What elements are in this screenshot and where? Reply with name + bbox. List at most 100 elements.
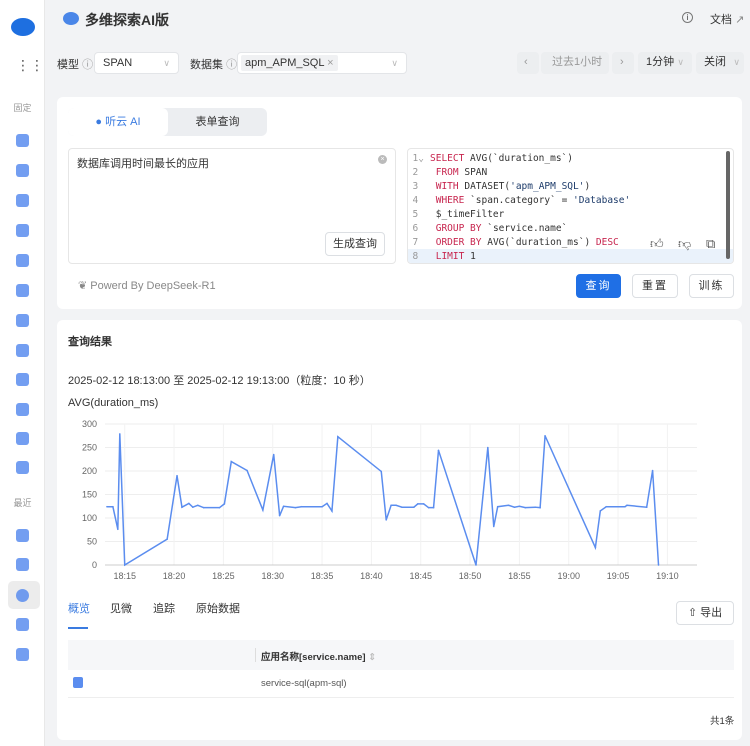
- sidebar-section-pinned: 固定: [13, 103, 32, 113]
- sidebar-item-icon[interactable]: [16, 194, 29, 207]
- app-grid-icon[interactable]: ⋮⋮: [16, 58, 44, 72]
- column-header-service-name[interactable]: 应用名称[service.name] ⇕: [261, 649, 376, 663]
- sidebar-item-icon[interactable]: [16, 224, 29, 237]
- table-header: 应用名称[service.name] ⇕: [68, 640, 734, 670]
- service-name-cell: service-sql(apm-sql): [261, 678, 347, 689]
- sidebar-item-icon[interactable]: [16, 254, 29, 267]
- tab-ai[interactable]: ● 听云 AI: [68, 108, 168, 136]
- data-point: [112, 505, 114, 508]
- data-point: [390, 504, 392, 507]
- interval-select[interactable]: 1分钟 ∨: [638, 52, 692, 74]
- time-next-button[interactable]: ›: [612, 52, 634, 74]
- data-point: [534, 506, 536, 508]
- tab-form-query[interactable]: 表单查询: [168, 108, 267, 136]
- chart-title: AVG(duration_ms): [68, 397, 159, 409]
- refresh-select[interactable]: 关闭 ∨: [696, 52, 744, 74]
- dataset-label: 数据集 ⓘ: [190, 59, 238, 71]
- series-line: [106, 433, 660, 567]
- y-tick-label: 100: [82, 513, 97, 523]
- x-tick-label: 19:10: [656, 571, 679, 581]
- sql-line: 1⌄ SELECT AVG(`duration_ms`): [412, 153, 573, 164]
- generate-query-button[interactable]: 生成查询: [325, 232, 385, 256]
- x-tick-label: 19:00: [557, 571, 580, 581]
- sql-line: 2 FROM SPAN: [412, 167, 488, 178]
- y-tick-label: 0: [92, 560, 97, 570]
- query-button[interactable]: 查询: [576, 274, 621, 298]
- prompt-text: 数据库调用时间最长的应用: [77, 158, 209, 170]
- data-point: [432, 506, 435, 509]
- data-point: [416, 503, 419, 505]
- tab-raw-data[interactable]: 原始数据: [196, 600, 240, 616]
- dataset-select[interactable]: apm_APM_SQL × ∨: [237, 52, 407, 74]
- time-prev-button[interactable]: ‹: [517, 52, 539, 74]
- data-point: [223, 503, 226, 505]
- data-point: [492, 525, 495, 528]
- ai-logo-icon: ●: [95, 116, 103, 128]
- sidebar-item-icon[interactable]: [16, 432, 29, 445]
- sql-editor[interactable]: 1⌄ SELECT AVG(`duration_ms`) 2 FROM SPAN 3 …: [407, 148, 734, 264]
- x-tick-label: 18:25: [212, 571, 235, 581]
- data-point: [278, 514, 281, 517]
- table-row[interactable]: service-sql(apm-sql): [68, 670, 734, 698]
- reset-button[interactable]: 重置: [632, 274, 678, 298]
- data-point: [321, 505, 323, 508]
- scrollbar[interactable]: [726, 151, 730, 259]
- data-point: [166, 538, 168, 540]
- tab-overview[interactable]: 概览: [68, 600, 90, 616]
- clear-icon[interactable]: ×: [378, 155, 387, 164]
- sidebar-item-icon[interactable]: [16, 648, 29, 661]
- train-button[interactable]: 训练: [689, 274, 734, 298]
- sidebar-item-icon[interactable]: [16, 284, 29, 297]
- export-button[interactable]: ⇧ 导出: [676, 601, 734, 625]
- copy-icon[interactable]: ⧉: [706, 237, 715, 252]
- data-point: [282, 505, 285, 508]
- data-point: [507, 504, 510, 507]
- sidebar-item-icon[interactable]: [16, 164, 29, 177]
- sql-line: 6 GROUP BY `service.name`: [412, 223, 568, 234]
- sql-line: 8 LIMIT 1: [412, 251, 476, 262]
- sidebar-item-icon[interactable]: [16, 344, 29, 357]
- data-point: [475, 564, 477, 566]
- results-table: 应用名称[service.name] ⇕ service-sql(apm-sql…: [68, 640, 734, 698]
- app-logo-icon[interactable]: [11, 18, 35, 36]
- sidebar-item-icon[interactable]: [16, 529, 29, 542]
- y-tick-label: 250: [82, 443, 97, 453]
- thumbs-up-icon[interactable]: 👍︎: [650, 237, 664, 252]
- info-icon[interactable]: i: [682, 12, 693, 23]
- sidebar-item-active[interactable]: [8, 581, 40, 609]
- data-point: [496, 505, 499, 508]
- tab-trace[interactable]: 追踪: [153, 600, 175, 616]
- sidebar-item-icon[interactable]: [16, 558, 29, 571]
- x-tick-label: 18:40: [360, 571, 383, 581]
- sidebar-item-icon[interactable]: [16, 461, 29, 474]
- y-tick-label: 200: [82, 466, 97, 476]
- thumbs-down-icon[interactable]: 👎︎: [678, 237, 691, 252]
- remove-tag-icon[interactable]: ×: [327, 57, 333, 69]
- data-point: [294, 506, 297, 509]
- model-select[interactable]: SPAN ∨: [94, 52, 179, 74]
- total-count: 共1条: [710, 716, 735, 727]
- sidebar-item-icon[interactable]: [16, 134, 29, 147]
- data-point: [524, 506, 527, 509]
- data-point: [117, 528, 119, 531]
- sidebar-item-icon[interactable]: [16, 403, 29, 416]
- series-color-swatch: [73, 677, 83, 688]
- docs-link[interactable]: 文档 ↗: [710, 11, 744, 27]
- tab-jianwei[interactable]: 见微: [110, 600, 132, 616]
- data-point: [599, 510, 602, 512]
- time-range-select[interactable]: 过去1小时: [541, 52, 609, 74]
- data-point: [176, 474, 178, 477]
- data-point: [513, 506, 516, 508]
- sort-icon: ⇕: [368, 652, 377, 663]
- header-logo-icon: [63, 12, 79, 25]
- data-point: [123, 564, 126, 566]
- data-point: [300, 505, 303, 508]
- data-point: [518, 505, 521, 508]
- data-point: [645, 506, 648, 508]
- sidebar-item-icon[interactable]: [16, 373, 29, 386]
- data-point: [202, 506, 205, 509]
- sidebar-item-icon[interactable]: [16, 314, 29, 327]
- sidebar-item-icon[interactable]: [16, 618, 29, 631]
- x-tick-label: 18:20: [163, 571, 186, 581]
- info-icon: ⓘ: [226, 59, 238, 71]
